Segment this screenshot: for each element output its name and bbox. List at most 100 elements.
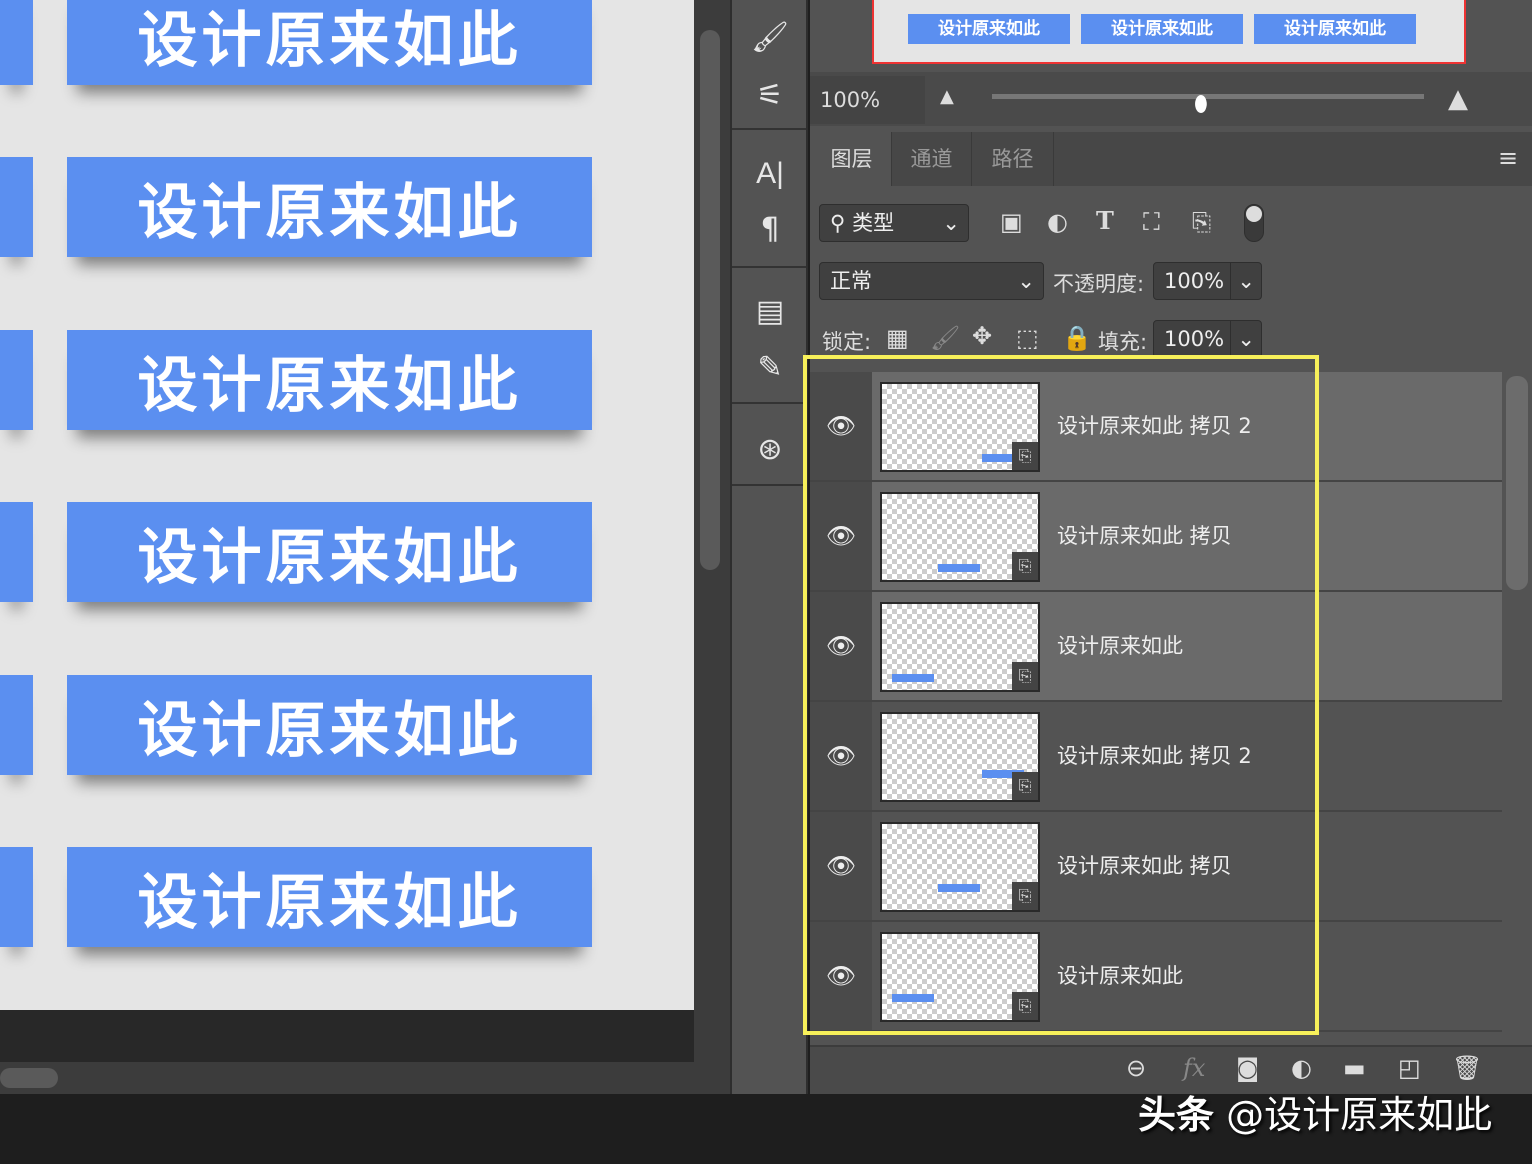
canvas-button-partial: [0, 502, 33, 602]
fill-label: 填充:: [1098, 326, 1147, 356]
preview-button: 设计原来如此: [908, 14, 1070, 44]
layer-thumbnail: ⎘: [880, 712, 1040, 802]
lock-image-icon[interactable]: 🖌: [930, 324, 960, 352]
panel-dock: 🖌 ⚟ A| ¶ ▤ ✎ ⊛: [730, 0, 808, 1094]
horizontal-scrollbar[interactable]: [0, 1062, 730, 1094]
layer-thumbnail: ⎘: [880, 492, 1040, 582]
filter-kind-select[interactable]: ⚲ 类型⌄: [819, 204, 969, 242]
canvas-button-partial: [0, 157, 33, 257]
shape-layer-filter-icon[interactable]: ⛶: [1143, 208, 1160, 236]
horizontal-scroll-thumb[interactable]: [0, 1068, 58, 1088]
layer-row[interactable]: 👁 ⎘ 设计原来如此: [810, 922, 1502, 1032]
adjustment-layer-filter-icon[interactable]: ◐: [1047, 208, 1068, 236]
visibility-eye-icon[interactable]: 👁: [810, 482, 872, 590]
lock-artboard-icon[interactable]: ⬚: [1016, 324, 1039, 352]
opacity-input[interactable]: 100%⌄: [1153, 262, 1262, 300]
layer-name[interactable]: 设计原来如此 拷贝: [1057, 812, 1232, 920]
zoom-slider-handle[interactable]: ⬮: [1194, 92, 1208, 117]
layer-row[interactable]: 👁 ⎘ 设计原来如此 拷贝: [810, 812, 1502, 922]
canvas-button-partial: [0, 847, 33, 947]
smart-object-icon: ⎘: [1012, 882, 1038, 910]
smart-object-icon: ⎘: [1012, 662, 1038, 690]
zoom-input[interactable]: 100%: [810, 76, 925, 124]
3d-icon[interactable]: ⊛: [750, 430, 790, 470]
chevron-down-icon[interactable]: ⌄: [1230, 263, 1255, 299]
zoom-out-icon[interactable]: ▲: [940, 86, 954, 107]
visibility-eye-icon[interactable]: 👁: [810, 812, 872, 920]
link-layers-icon[interactable]: ⊖: [1126, 1054, 1146, 1082]
visibility-eye-icon[interactable]: 👁: [810, 922, 872, 1030]
tab-bar: [1054, 132, 1532, 186]
fx-icon[interactable]: fx: [1183, 1054, 1205, 1082]
layer-name[interactable]: 设计原来如此 拷贝 2: [1057, 372, 1252, 480]
zoom-in-icon[interactable]: ▲: [1448, 84, 1468, 114]
layer-name[interactable]: 设计原来如此: [1057, 592, 1183, 700]
zoom-slider[interactable]: [992, 94, 1424, 99]
new-adjustment-icon[interactable]: ◐: [1291, 1054, 1312, 1082]
layer-thumbnail: ⎘: [880, 382, 1040, 472]
notes-icon[interactable]: ✎: [750, 348, 790, 388]
layer-name[interactable]: 设计原来如此 拷贝 2: [1057, 702, 1252, 810]
delete-layer-trash-icon[interactable]: 🗑: [1452, 1054, 1482, 1082]
canvas-button-partial: [0, 330, 33, 430]
visibility-eye-icon[interactable]: 👁: [810, 592, 872, 700]
document-canvas[interactable]: 设计原来如此 设计原来如此 设计原来如此 设计原来如此 设计原来如此 设计原来如…: [0, 0, 694, 1010]
tab-paths[interactable]: 路径: [972, 132, 1054, 186]
layer-thumbnail: ⎘: [880, 822, 1040, 912]
filter-kind-value: 类型: [852, 211, 894, 235]
visibility-eye-icon[interactable]: 👁: [810, 372, 872, 480]
watermark-handle: @设计原来如此: [1226, 1093, 1492, 1137]
adjustments-icon[interactable]: ⚟: [750, 76, 790, 116]
canvas-button: 设计原来如此: [67, 0, 592, 85]
new-group-folder-icon[interactable]: ▬: [1343, 1054, 1366, 1082]
pasteboard: [0, 1010, 694, 1062]
paragraph-icon[interactable]: ¶: [750, 210, 790, 250]
watermark: 头条 @设计原来如此: [1138, 1084, 1492, 1139]
layer-row[interactable]: 👁 ⎘ 设计原来如此 拷贝 2: [810, 372, 1502, 482]
layer-row[interactable]: 👁 ⎘ 设计原来如此 拷贝: [810, 482, 1502, 592]
layer-name[interactable]: 设计原来如此: [1057, 922, 1183, 1030]
layer-row[interactable]: 👁 ⎘ 设计原来如此: [810, 592, 1502, 702]
layers-scroll-thumb[interactable]: [1506, 376, 1528, 590]
panel-menu-icon[interactable]: ≡: [1498, 144, 1518, 172]
properties-icon[interactable]: ▤: [750, 292, 790, 332]
canvas-button: 设计原来如此: [67, 847, 592, 947]
tab-layers[interactable]: 图层: [812, 132, 892, 186]
canvas-button: 设计原来如此: [67, 157, 592, 257]
vertical-scroll-thumb[interactable]: [700, 30, 720, 570]
canvas-button-partial: [0, 675, 33, 775]
chevron-down-icon: ⌄: [942, 205, 960, 241]
new-layer-icon[interactable]: ◰: [1398, 1054, 1421, 1082]
pixel-layer-filter-icon[interactable]: ▣: [1000, 208, 1023, 236]
watermark-brand: 头条: [1138, 1093, 1214, 1137]
fill-input[interactable]: 100%⌄: [1153, 320, 1262, 358]
opacity-value: 100%: [1164, 269, 1224, 293]
canvas-button-partial: [0, 0, 33, 85]
lock-position-icon[interactable]: ✥: [972, 322, 992, 350]
chevron-down-icon: ⌄: [1017, 263, 1035, 299]
layer-name[interactable]: 设计原来如此 拷贝: [1057, 482, 1232, 590]
brush-settings-icon[interactable]: 🖌: [750, 18, 790, 58]
layer-thumbnail: ⎘: [880, 602, 1040, 692]
preview-button: 设计原来如此: [1254, 14, 1416, 44]
blend-mode-value: 正常: [830, 269, 872, 293]
smart-object-filter-icon[interactable]: ⎘: [1192, 208, 1211, 236]
blend-mode-select[interactable]: 正常 ⌄: [819, 262, 1044, 300]
canvas-button: 设计原来如此: [67, 675, 592, 775]
layer-thumbnail: ⎘: [880, 932, 1040, 1022]
character-icon[interactable]: A|: [750, 154, 790, 194]
fill-value: 100%: [1164, 327, 1224, 351]
canvas-button: 设计原来如此: [67, 330, 592, 430]
tab-channels[interactable]: 通道: [892, 132, 972, 186]
lock-transparent-icon[interactable]: ▦: [886, 324, 909, 352]
chevron-down-icon[interactable]: ⌄: [1230, 321, 1255, 357]
layer-row[interactable]: 👁 ⎘ 设计原来如此 拷贝 2: [810, 702, 1502, 812]
lock-label: 锁定:: [822, 326, 871, 356]
add-mask-icon[interactable]: ◙: [1236, 1054, 1259, 1082]
navigator-preview[interactable]: 设计原来如此 设计原来如此 设计原来如此: [872, 0, 1466, 64]
filter-toggle[interactable]: [1244, 204, 1264, 242]
visibility-eye-icon[interactable]: 👁: [810, 702, 872, 810]
smart-object-icon: ⎘: [1012, 442, 1038, 470]
lock-all-icon[interactable]: 🔒: [1062, 324, 1092, 352]
type-layer-filter-icon[interactable]: T: [1096, 206, 1114, 235]
